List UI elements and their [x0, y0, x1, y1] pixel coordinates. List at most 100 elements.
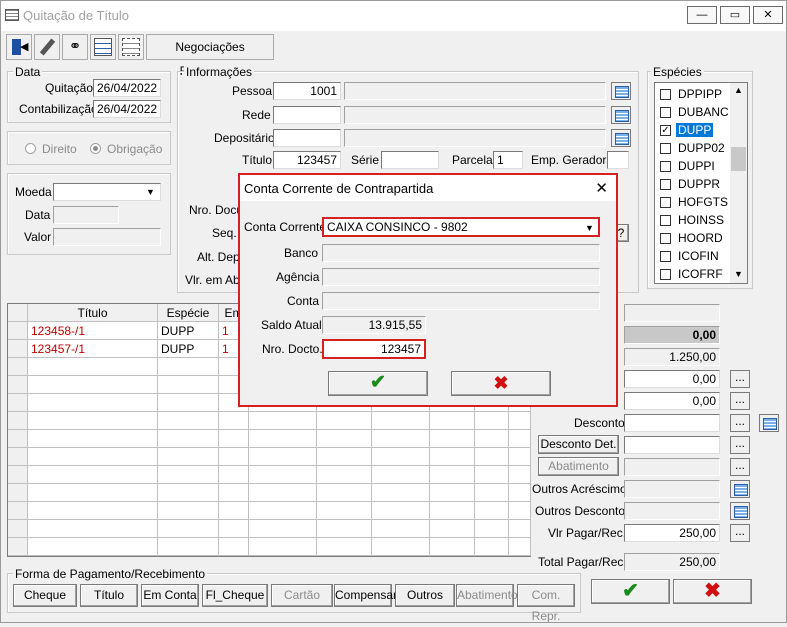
- emp-geradora-input[interactable]: [607, 151, 629, 169]
- grid-header-cell[interactable]: Espécie: [158, 304, 219, 322]
- especie-checkbox[interactable]: [660, 179, 671, 190]
- forma-button[interactable]: Compensar: [334, 584, 397, 607]
- vlr-pagar-more-button[interactable]: ...: [730, 524, 750, 542]
- vlr-pagar-input[interactable]: 250,00: [624, 524, 720, 542]
- depositario-input[interactable]: [273, 129, 341, 147]
- especie-checkbox[interactable]: [660, 107, 671, 118]
- close-button[interactable]: ✕: [753, 6, 783, 24]
- table-cell: [28, 430, 158, 448]
- direito-radio[interactable]: [25, 143, 36, 154]
- especie-item[interactable]: DUPPR: [659, 176, 729, 192]
- quitacao-input[interactable]: 26/04/2022: [93, 79, 161, 97]
- grid-header-cell[interactable]: Título: [28, 304, 158, 322]
- forma-button[interactable]: Título: [80, 584, 138, 607]
- scroll-up-icon[interactable]: ▲: [734, 85, 743, 95]
- table-cell: [249, 538, 317, 556]
- dialog-close-icon[interactable]: ✕: [595, 179, 608, 197]
- especies-scrollbar[interactable]: ▲ ▼: [730, 83, 747, 283]
- table-cell: [249, 448, 317, 466]
- dialog-cancel-button[interactable]: ✖: [451, 371, 551, 396]
- titulo-input[interactable]: 123457: [273, 151, 341, 169]
- forma-button[interactable]: Abatimento: [456, 584, 518, 607]
- maximize-button[interactable]: ▭: [720, 6, 750, 24]
- forma-button[interactable]: Com. Repr.: [517, 584, 575, 623]
- desconto-det-button[interactable]: Desconto Det.: [538, 435, 619, 454]
- especie-item[interactable]: DUBANC: [659, 104, 729, 120]
- pessoa-input[interactable]: 1001: [273, 82, 341, 100]
- check-list-button[interactable]: [90, 34, 116, 60]
- rede-input[interactable]: [273, 106, 341, 124]
- table-cell: [430, 520, 475, 538]
- table-cell: [8, 448, 28, 466]
- desconto-more-button[interactable]: ...: [730, 414, 750, 432]
- uncheck-list-button[interactable]: [118, 34, 144, 60]
- desconto-tree-icon[interactable]: [759, 414, 779, 432]
- dialog-confirm-button[interactable]: ✔: [328, 371, 428, 396]
- table-cell: [219, 520, 249, 538]
- especie-item[interactable]: ✓ DUPP: [659, 122, 729, 138]
- desconto-det-more-button[interactable]: ...: [730, 436, 750, 454]
- outros-descontos-lookup-icon[interactable]: [730, 502, 750, 520]
- especie-checkbox[interactable]: [660, 233, 671, 244]
- especie-item[interactable]: HOINSS: [659, 212, 729, 228]
- confirm-button[interactable]: ✔: [591, 579, 670, 604]
- pessoa-lookup-icon[interactable]: [611, 82, 631, 100]
- especie-checkbox[interactable]: ✓: [660, 125, 671, 136]
- agencia-label: Agência: [276, 270, 320, 284]
- total-field-3-more-button[interactable]: ...: [730, 370, 750, 388]
- nro-docto-input[interactable]: 123457: [322, 339, 426, 359]
- especie-item[interactable]: DPPIPP: [659, 86, 729, 102]
- table-cell: [158, 520, 219, 538]
- especie-item[interactable]: ICOFIN: [659, 248, 729, 264]
- especie-checkbox[interactable]: [660, 215, 671, 226]
- table-cell: [158, 484, 219, 502]
- especie-checkbox[interactable]: [660, 89, 671, 100]
- serie-input[interactable]: [381, 151, 439, 169]
- conta-chevron-down-icon[interactable]: ▼: [585, 223, 594, 233]
- grid-header-cell[interactable]: [8, 304, 28, 322]
- total-field-4[interactable]: 0,00: [624, 392, 720, 410]
- forma-button[interactable]: Fl_Cheque: [202, 584, 268, 607]
- especie-item[interactable]: ICOFRF: [659, 266, 729, 282]
- moeda-select[interactable]: [53, 183, 161, 201]
- cancel-button[interactable]: ✖: [673, 579, 752, 604]
- scroll-thumb[interactable]: [731, 147, 746, 171]
- desconto-input[interactable]: [624, 414, 720, 432]
- especie-checkbox[interactable]: [660, 161, 671, 172]
- conta-corrente-select[interactable]: CAIXA CONSINCO - 9802: [322, 217, 600, 237]
- abatimento-more-button[interactable]: ...: [730, 458, 750, 476]
- forma-button[interactable]: Em Conta: [141, 584, 199, 607]
- outros-acrescimos-lookup-icon[interactable]: [730, 480, 750, 498]
- desconto-det-input[interactable]: [624, 436, 720, 454]
- depositario-lookup-icon[interactable]: [611, 129, 631, 147]
- negociacoes-finalizadas-button[interactable]: Negociações Finalizadas: [146, 34, 274, 78]
- especie-checkbox[interactable]: [660, 197, 671, 208]
- total-field-4-more-button[interactable]: ...: [730, 392, 750, 410]
- forma-button[interactable]: Outros: [395, 584, 455, 607]
- especie-item[interactable]: HOFGTS: [659, 194, 729, 210]
- especie-checkbox[interactable]: [660, 269, 671, 280]
- forma-button[interactable]: Cartão: [271, 584, 333, 607]
- contabilizacao-input[interactable]: 26/04/2022: [93, 100, 161, 118]
- moeda-chevron-down-icon[interactable]: ▼: [146, 187, 155, 197]
- seq-label: Seq.: [212, 226, 237, 240]
- especie-checkbox[interactable]: [660, 143, 671, 154]
- especie-item[interactable]: DUPPI: [659, 158, 729, 174]
- forma-button[interactable]: Cheque: [13, 584, 77, 607]
- abatimento-button[interactable]: Abatimento: [538, 457, 619, 476]
- scroll-down-icon[interactable]: ▼: [734, 269, 743, 279]
- exit-button[interactable]: ◀: [6, 34, 32, 60]
- especie-checkbox[interactable]: [660, 251, 671, 262]
- obrigacao-radio[interactable]: [90, 143, 101, 154]
- especie-item[interactable]: HOORD: [659, 230, 729, 246]
- rede-lookup-icon[interactable]: [611, 106, 631, 124]
- search-button[interactable]: ⚭: [62, 34, 88, 60]
- table-cell: [475, 466, 509, 484]
- table-cell: [28, 376, 158, 394]
- parcela-input[interactable]: 1: [493, 151, 523, 169]
- minimize-button[interactable]: —: [687, 6, 717, 24]
- total-field-3[interactable]: 0,00: [624, 370, 720, 388]
- edit-button[interactable]: [34, 34, 60, 60]
- especie-item[interactable]: DUPP02: [659, 140, 729, 156]
- checkmark-icon: ✔: [622, 580, 639, 602]
